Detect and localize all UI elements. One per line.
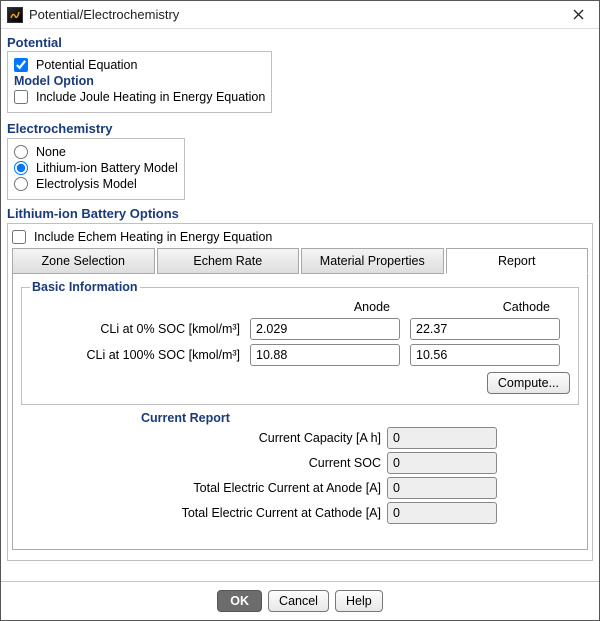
potential-group: Potential Equation Model Option Include … (7, 51, 272, 113)
joule-heating-checkbox[interactable] (14, 90, 28, 104)
soc0-anode-input[interactable] (250, 318, 400, 340)
soc0-label: CLi at 0% SOC [kmol/m³] (30, 322, 240, 336)
soc-value (387, 452, 497, 474)
potential-equation-label: Potential Equation (36, 58, 137, 72)
capacity-label: Current Capacity [A h] (141, 431, 381, 445)
tab-report[interactable]: Report (446, 248, 589, 274)
col-cathode-header: Cathode (410, 300, 560, 314)
close-icon (573, 9, 584, 20)
ok-button[interactable]: OK (217, 590, 262, 612)
electro-electrolysis-radio[interactable] (14, 177, 28, 191)
cathode-current-label: Total Electric Current at Cathode [A] (141, 506, 381, 520)
soc-label: Current SOC (141, 456, 381, 470)
electrochemistry-heading: Electrochemistry (7, 121, 593, 136)
compute-button[interactable]: Compute... (487, 372, 570, 394)
current-report-heading: Current Report (141, 411, 579, 425)
app-icon (7, 7, 23, 23)
potential-heading: Potential (7, 35, 593, 50)
electro-lib-label: Lithium-ion Battery Model (36, 161, 178, 175)
soc100-cathode-input[interactable] (410, 344, 560, 366)
titlebar: Potential/Electrochemistry (1, 1, 599, 29)
tab-echem-rate[interactable]: Echem Rate (157, 248, 300, 274)
cancel-button[interactable]: Cancel (268, 590, 329, 612)
joule-heating-label: Include Joule Heating in Energy Equation (36, 90, 265, 104)
tab-report-body: Basic Information Anode Cathode CLi at 0… (12, 274, 588, 550)
electro-electrolysis-label: Electrolysis Model (36, 177, 137, 191)
echem-heating-label: Include Echem Heating in Energy Equation (34, 230, 272, 244)
libo-group: Include Echem Heating in Energy Equation… (7, 223, 593, 561)
help-button[interactable]: Help (335, 590, 383, 612)
tab-material-properties[interactable]: Material Properties (301, 248, 444, 274)
col-anode-header: Anode (250, 300, 400, 314)
soc100-anode-input[interactable] (250, 344, 400, 366)
electrochemistry-group: None Lithium-ion Battery Model Electroly… (7, 138, 185, 200)
current-report-section: Current Report Current Capacity [A h] Cu… (141, 411, 579, 524)
soc0-cathode-input[interactable] (410, 318, 560, 340)
dialog-window: Potential/Electrochemistry Potential Pot… (0, 0, 600, 621)
potential-equation-checkbox[interactable] (14, 58, 28, 72)
cathode-current-value (387, 502, 497, 524)
basic-info-legend: Basic Information (30, 280, 140, 294)
capacity-value (387, 427, 497, 449)
model-option-heading: Model Option (14, 74, 265, 88)
echem-heating-checkbox[interactable] (12, 230, 26, 244)
libo-heading: Lithium-ion Battery Options (7, 206, 593, 221)
dialog-body: Potential Potential Equation Model Optio… (1, 29, 599, 581)
electro-lib-radio[interactable] (14, 161, 28, 175)
soc100-label: CLi at 100% SOC [kmol/m³] (30, 348, 240, 362)
dialog-footer: OK Cancel Help (1, 581, 599, 620)
tab-zone-selection[interactable]: Zone Selection (12, 248, 155, 274)
anode-current-label: Total Electric Current at Anode [A] (141, 481, 381, 495)
electro-none-radio[interactable] (14, 145, 28, 159)
window-title: Potential/Electrochemistry (29, 7, 179, 22)
libo-tabs: Zone Selection Echem Rate Material Prope… (12, 248, 588, 274)
anode-current-value (387, 477, 497, 499)
close-button[interactable] (563, 5, 593, 25)
electro-none-label: None (36, 145, 66, 159)
basic-info-fieldset: Basic Information Anode Cathode CLi at 0… (21, 280, 579, 405)
